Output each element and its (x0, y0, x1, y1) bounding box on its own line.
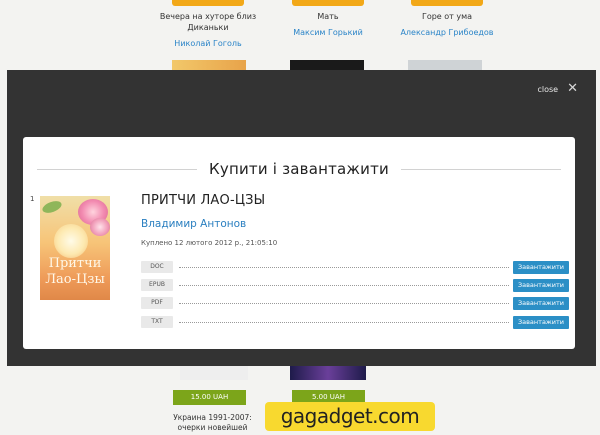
format-row-txt: TXT Завантажити (141, 316, 569, 329)
cover-sun (54, 224, 88, 258)
close-label[interactable]: close (537, 85, 558, 94)
cover-title-line2: Лао-Цзы (45, 272, 105, 287)
book-tab (292, 0, 364, 6)
dotted-leader (179, 285, 509, 286)
store-cover-4[interactable] (180, 366, 248, 380)
dotted-leader (179, 322, 509, 323)
item-number: 1 (30, 195, 35, 203)
purchase-dialog: Купити і завантажити 1 Притчи Лао-Цзы ПР… (23, 137, 575, 349)
format-badge: EPUB (141, 279, 173, 291)
book-tab (172, 0, 244, 6)
book-author-link[interactable]: Владимир Антонов (141, 218, 246, 230)
dotted-leader (179, 267, 509, 268)
dialog-title-wrap: Купити і завантажити (37, 160, 561, 178)
format-badge: TXT (141, 316, 173, 328)
cover-title-line1: Притчи (48, 256, 102, 271)
store-book-title[interactable]: Мать (273, 11, 383, 22)
download-pdf-button[interactable]: Завантажити (513, 297, 569, 310)
store-book-title[interactable]: Вечера на хуторе близ Диканьки (153, 11, 263, 33)
store-book-title[interactable]: Горе от ума (392, 11, 502, 22)
close-button[interactable]: close ✕ (537, 82, 578, 95)
store-book-author[interactable]: Максим Горький (273, 28, 383, 37)
store-book-title[interactable]: Украина 1991-2007: очерки новейшей (170, 413, 255, 433)
cover-leaf (40, 198, 64, 216)
purchase-date: Куплено 12 лютого 2012 р., 21:05:10 (141, 239, 278, 247)
store-book-author[interactable]: Николай Гоголь (153, 39, 263, 48)
format-badge: DOC (141, 261, 173, 273)
format-row-epub: EPUB Завантажити (141, 279, 569, 292)
close-icon[interactable]: ✕ (567, 82, 578, 95)
store-book-1[interactable]: Вечера на хуторе близ Диканьки Николай Г… (153, 0, 263, 48)
price-button[interactable]: 15.00 UAH (173, 390, 246, 405)
format-row-pdf: PDF Завантажити (141, 297, 569, 310)
format-badge: PDF (141, 297, 173, 309)
watermark-logo: gagadget.com (265, 402, 435, 431)
cover-blossom (90, 218, 110, 236)
book-cover: Притчи Лао-Цзы (40, 196, 110, 300)
store-book-3[interactable]: Горе от ума Александр Грибоедов (392, 0, 502, 37)
purchase-modal-overlay: close ✕ Купити і завантажити 1 Притчи Ла… (7, 70, 596, 366)
dialog-title: Купити і завантажити (197, 160, 401, 178)
dotted-leader (179, 303, 509, 304)
format-row-doc: DOC Завантажити (141, 261, 569, 274)
book-title: ПРИТЧИ ЛАО-ЦЗЫ (141, 193, 266, 208)
dialog-header: Купити і завантажити (37, 160, 561, 180)
download-txt-button[interactable]: Завантажити (513, 316, 569, 329)
book-tab (411, 0, 483, 6)
download-doc-button[interactable]: Завантажити (513, 261, 569, 274)
store-book-author[interactable]: Александр Грибоедов (392, 28, 502, 37)
store-book-2[interactable]: Мать Максим Горький (273, 0, 383, 37)
download-epub-button[interactable]: Завантажити (513, 279, 569, 292)
store-cover-5[interactable] (290, 366, 366, 380)
